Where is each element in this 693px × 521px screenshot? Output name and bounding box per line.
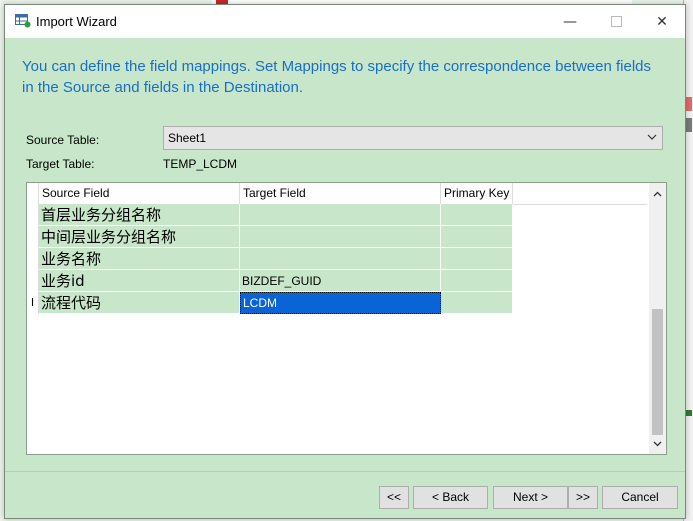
scroll-down-icon: [653, 441, 662, 446]
target-field-cell[interactable]: [240, 226, 441, 248]
source-field-cell[interactable]: 中间层业务分组名称: [39, 226, 240, 248]
first-page-button[interactable]: <<: [379, 486, 409, 509]
table-row[interactable]: 中间层业务分组名称: [27, 226, 513, 248]
primary-key-cell[interactable]: [441, 270, 513, 292]
chevron-down-icon: [647, 134, 657, 140]
source-table-select[interactable]: Sheet1: [163, 126, 663, 150]
title-bar: Import Wizard — ✕: [5, 5, 685, 38]
source-field-cell[interactable]: 首层业务分组名称: [39, 204, 240, 226]
row-header[interactable]: [27, 270, 39, 292]
primary-key-cell[interactable]: [441, 226, 513, 248]
source-field-cell[interactable]: 业务名称: [39, 248, 240, 270]
column-header-target-field[interactable]: Target Field: [240, 183, 441, 204]
last-page-button[interactable]: >>: [568, 486, 598, 509]
scrollbar-thumb[interactable]: [652, 309, 663, 435]
row-header[interactable]: [27, 248, 39, 270]
import-wizard-icon: [15, 14, 31, 28]
current-row-indicator[interactable]: I: [27, 292, 39, 314]
table-row[interactable]: 业务名称: [27, 248, 513, 270]
scroll-down-button[interactable]: [649, 435, 666, 452]
background-mark: [686, 410, 692, 416]
column-header-primary-key[interactable]: Primary Key: [441, 183, 513, 204]
row-header-corner: [27, 183, 39, 204]
target-table-label: Target Table:: [26, 157, 95, 171]
cancel-button[interactable]: Cancel: [602, 486, 678, 509]
source-field-cell[interactable]: 流程代码: [39, 292, 240, 314]
close-button[interactable]: ✕: [639, 5, 685, 38]
instructions-text: You can define the field mappings. Set M…: [22, 58, 652, 96]
source-table-label: Source Table:: [26, 133, 100, 147]
table-row-current[interactable]: I 流程代码 LCDM: [27, 292, 513, 314]
background-mark: [686, 118, 692, 132]
maximize-icon: [610, 16, 622, 27]
table-row[interactable]: 首层业务分组名称: [27, 204, 513, 226]
primary-key-cell[interactable]: [441, 292, 513, 314]
target-field-cell-selected[interactable]: LCDM: [240, 292, 441, 314]
row-header[interactable]: [27, 204, 39, 226]
target-field-cell[interactable]: [240, 204, 441, 226]
background-mark: [686, 97, 692, 111]
column-header-source-field[interactable]: Source Field: [39, 183, 240, 204]
target-field-cell[interactable]: BIZDEF_GUID: [240, 270, 441, 292]
back-button[interactable]: < Back: [413, 486, 488, 509]
scroll-up-button[interactable]: [649, 185, 666, 202]
target-table-value: TEMP_LCDM: [163, 157, 238, 171]
primary-key-cell[interactable]: [441, 248, 513, 270]
primary-key-cell[interactable]: [441, 204, 513, 226]
footer-divider: [5, 471, 685, 472]
field-mapping-grid[interactable]: Source Field Target Field Primary Key 首层…: [26, 182, 667, 455]
maximize-button[interactable]: [593, 5, 639, 38]
grid-header: Source Field Target Field Primary Key: [27, 183, 647, 205]
minimize-button[interactable]: —: [547, 5, 593, 38]
target-field-cell[interactable]: [240, 248, 441, 270]
vertical-scrollbar[interactable]: [649, 183, 666, 454]
next-button[interactable]: Next >: [493, 486, 568, 509]
scroll-up-icon: [653, 191, 662, 196]
source-field-cell[interactable]: 业务id: [39, 270, 240, 292]
row-header[interactable]: [27, 226, 39, 248]
source-table-value: Sheet1: [168, 131, 207, 145]
import-wizard-dialog: Import Wizard — ✕ You can define the fie…: [4, 4, 686, 519]
window-title: Import Wizard: [36, 14, 117, 29]
table-row[interactable]: 业务id BIZDEF_GUID: [27, 270, 513, 292]
